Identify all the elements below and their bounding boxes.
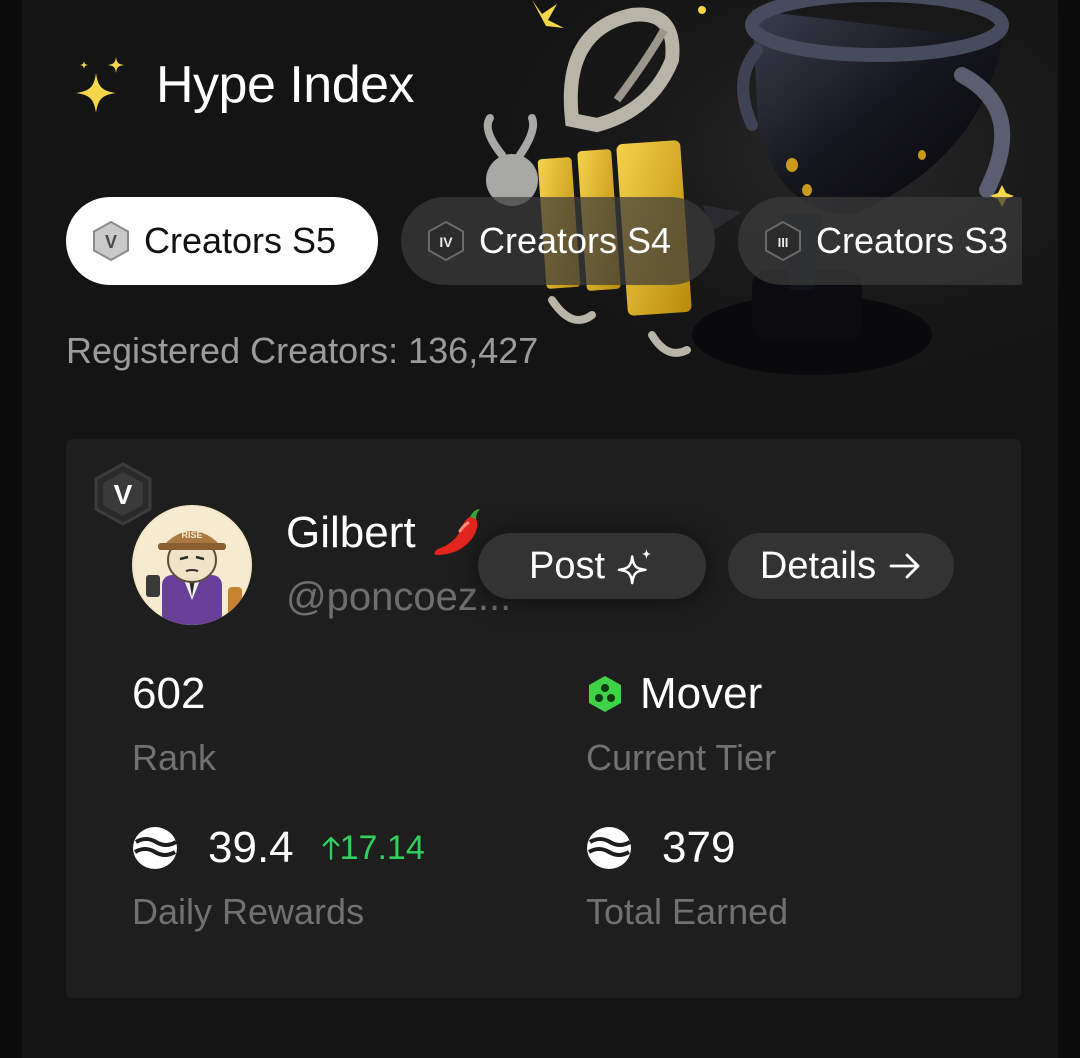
details-button[interactable]: Details [728, 533, 954, 599]
registered-creators-count: Registered Creators: 136,427 [66, 330, 539, 371]
total-earned-amount: 379 [662, 823, 736, 872]
page-header: Hype Index [72, 50, 415, 120]
svg-text:IV: IV [439, 234, 453, 250]
daily-rewards-label: Daily Rewards [132, 891, 365, 932]
page-title: Hype Index [156, 56, 415, 114]
creator-name-row: Gilbert [286, 505, 486, 561]
creator-handle: @poncoez... [286, 575, 512, 619]
tier-name: Mover [640, 669, 763, 718]
tier-label: Current Tier [586, 737, 777, 778]
tier-value: Mover [586, 669, 762, 719]
hex-badge-icon: V [93, 220, 129, 262]
hex-badge-icon: III [765, 220, 801, 262]
daily-rewards-delta: 17.14 [322, 829, 425, 868]
rank-label: Rank [132, 737, 217, 778]
post-button-label: Post [528, 544, 606, 587]
hype-index-panel: Hype Index V Creators S5 IV Creators S4 … [22, 0, 1058, 1058]
tab-label: Creators S5 [144, 220, 337, 261]
coin-icon [133, 827, 178, 869]
svg-text:III: III [778, 235, 789, 250]
arrow-right-icon [889, 553, 920, 579]
total-earned-value: 379 [586, 823, 735, 873]
sparkles-icon [76, 57, 124, 113]
svg-text:RISE: RISE [181, 530, 202, 540]
tab-creators-s3[interactable]: III Creators S3 [738, 197, 1022, 285]
season-tabs: V Creators S5 IV Creators S4 III Creator… [66, 197, 1022, 287]
hex-badge-icon: IV [428, 220, 464, 262]
svg-text:V: V [105, 232, 117, 252]
daily-rewards-value: 39.4 17.14 [132, 823, 425, 873]
chili-pepper-icon [433, 509, 480, 555]
arrow-up-icon [322, 836, 340, 860]
tab-label: Creators S3 [816, 220, 1009, 261]
avatar[interactable]: RISE [132, 505, 252, 625]
tab-label: Creators S4 [479, 220, 672, 261]
coin-icon [587, 827, 632, 869]
svg-text:V: V [114, 479, 133, 510]
creator-name: Gilbert [286, 508, 416, 557]
mover-tier-icon [589, 676, 621, 712]
post-button[interactable]: Post [478, 533, 706, 599]
creator-card: V RISE Gilbert @poncoez... Post Details … [66, 439, 1021, 998]
tab-creators-s4[interactable]: IV Creators S4 [401, 197, 715, 285]
tab-creators-s5[interactable]: V Creators S5 [66, 197, 378, 285]
sparkle-icon [617, 548, 652, 585]
total-earned-label: Total Earned [586, 891, 789, 932]
rank-value: 602 [132, 669, 206, 718]
hex-badge-icon: V [94, 462, 152, 526]
delta-value: 17.14 [339, 828, 425, 867]
details-button-label: Details [759, 544, 877, 587]
daily-rewards-amount: 39.4 [208, 823, 294, 872]
